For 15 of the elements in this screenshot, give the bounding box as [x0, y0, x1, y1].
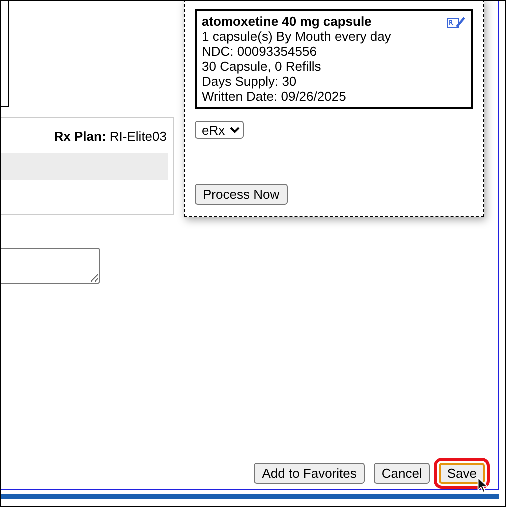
action-button[interactable]: Save [439, 463, 485, 484]
process-now-button[interactable]: Process Now [195, 184, 288, 204]
rx-plan-text: Rx Plan: RI-Elite03 [54, 128, 168, 146]
action-button[interactable]: Add to Favorites [254, 463, 365, 484]
rx-edit-icon[interactable] [447, 17, 466, 29]
prescription-detail: Written Date: 09/26/2025 [202, 89, 348, 104]
prescription-detail: Days Supply: 30 [202, 74, 298, 89]
prescription-detail: NDC: 00093354556 [202, 44, 318, 59]
action-button[interactable]: Cancel [374, 463, 430, 484]
notes-field[interactable] [1, 248, 100, 284]
drug-name: atomoxetine 40 mg capsule [202, 14, 372, 29]
prescription-detail: 1 capsule(s) By Mouth every day [202, 29, 392, 44]
method-select[interactable]: eRx [195, 121, 244, 139]
prescription-detail: 30 Capsule, 0 Refills [202, 59, 322, 74]
cursor-icon [477, 477, 489, 494]
